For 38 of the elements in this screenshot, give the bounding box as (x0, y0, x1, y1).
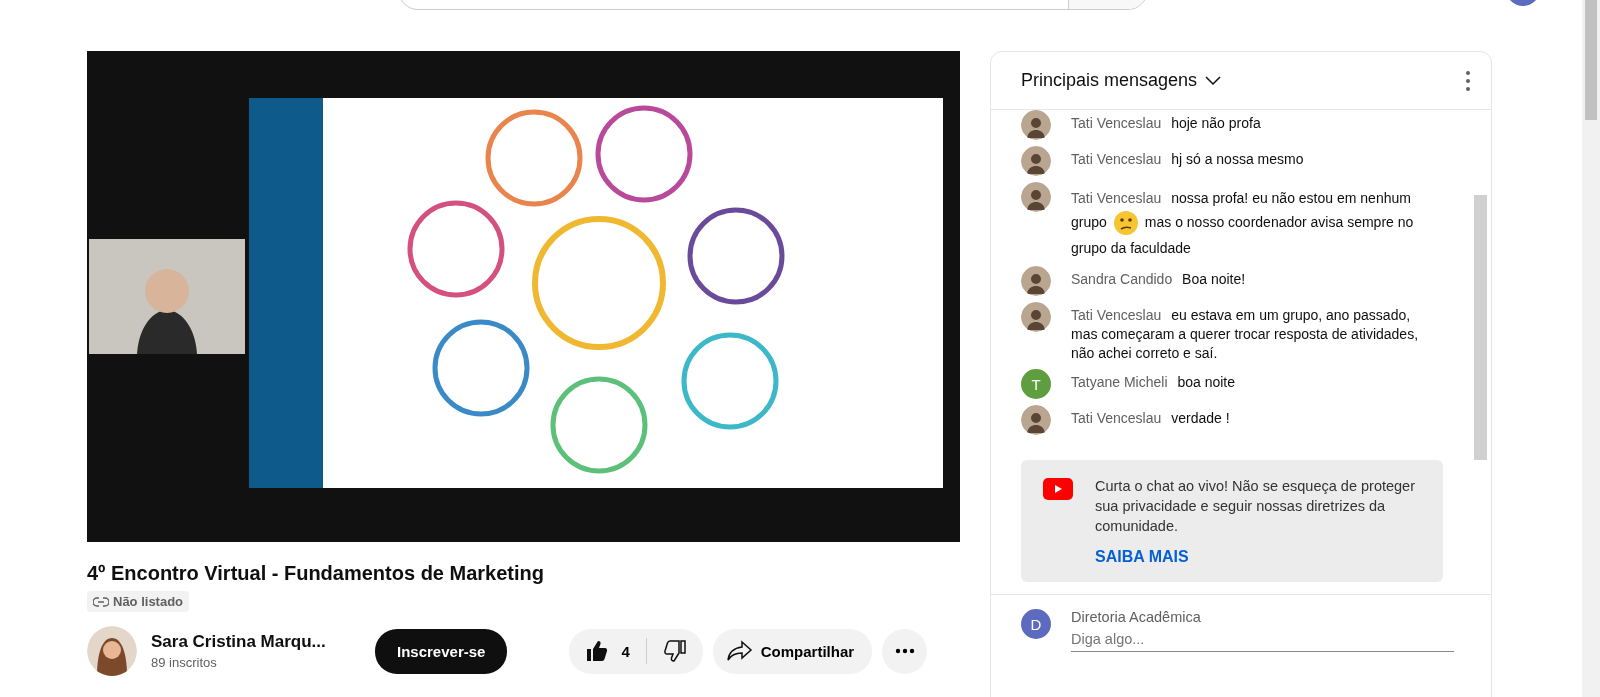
subscribe-button[interactable]: Inscrever-se (375, 628, 508, 674)
chevron-down-icon (1205, 75, 1222, 86)
play-logo-icon (1043, 478, 1073, 500)
like-button[interactable]: 4 (569, 628, 646, 674)
thumbs-up-icon (585, 639, 610, 663)
channel-name[interactable]: Sara Cristina Marqu... (151, 632, 361, 652)
video-title: 4º Encontro Virtual - Fundamentos de Marketing (87, 562, 545, 585)
channel-avatar[interactable] (87, 626, 137, 676)
more-icon (894, 648, 915, 654)
user-avatar (1021, 266, 1051, 297)
user-avatar (1021, 302, 1051, 333)
chat-mode-dropdown[interactable]: Principais mensagens (1021, 70, 1222, 91)
user-avatar: D (1021, 609, 1051, 639)
chat-message: Tati Venceslau hj só a nossa mesmo (1071, 150, 1304, 169)
user-avatar (1021, 110, 1051, 140)
chat-message: Tati Venceslau eu estava em um grupo, ano passado, mas começaram a querer trocar resposta de atividades, não achei correto e saí. (1071, 306, 1420, 364)
chat-scrollbar[interactable] (1474, 195, 1487, 460)
more-icon[interactable] (1465, 69, 1471, 92)
user-avatar (1021, 182, 1051, 212)
chat-message: Tati Venceslau verdade ! (1071, 409, 1230, 429)
page-scrollbar[interactable] (1582, 0, 1600, 697)
link-icon (93, 596, 109, 607)
chat-message: Tati Venceslau nossa profa! eu não estou em nenhum grupo mas o nosso coordenador avisa sempre no grupo da faculdade (1071, 189, 1415, 259)
user-avatar (1021, 146, 1051, 176)
message-input[interactable]: Diga algo... (1071, 627, 1454, 652)
user-name: Diretoria Acadêmica (1071, 609, 1202, 625)
share-button[interactable]: Compartilhar (712, 628, 873, 674)
subscriber-count: 89 inscritos (151, 655, 218, 670)
share-icon (726, 640, 753, 662)
visibility-label: Não listado (113, 594, 184, 609)
user-avatar (1021, 405, 1051, 436)
learn-more-link[interactable]: SAIBA MAIS (1095, 548, 1189, 566)
chat-message: Tati Venceslau hoje não profa (1071, 114, 1261, 133)
thumbs-down-icon (662, 639, 687, 663)
chat-message: Tatyane Micheli boa noite (1071, 373, 1235, 393)
chat-message: Sandra Candido Boa noite! (1071, 270, 1246, 290)
notice-text: Curta o chat ao vivo! Não se esqueça de proteger sua privacidade e seguir nossas diretrizes da comunidade. (1095, 477, 1416, 536)
user-avatar: T (1021, 369, 1051, 400)
